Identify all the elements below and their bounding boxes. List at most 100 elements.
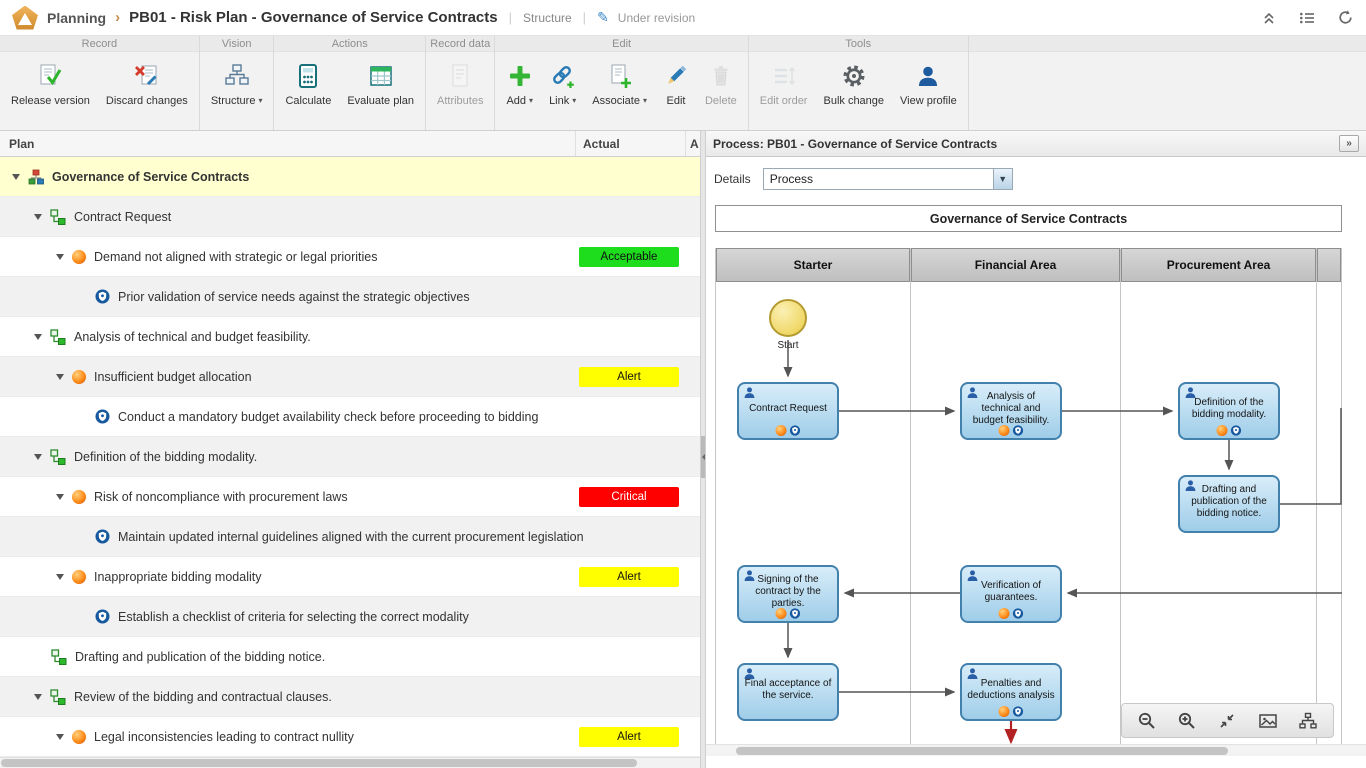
control-icon <box>95 409 110 424</box>
start-event[interactable] <box>769 299 807 337</box>
zoom-in-icon[interactable] <box>1170 707 1204 734</box>
process-panel: Process: PB01 - Governance of Service Co… <box>706 131 1366 768</box>
evaluate-plan-button[interactable]: Evaluate plan <box>339 54 422 128</box>
tree-row-control-checklist[interactable]: Establish a checklist of criteria for se… <box>0 597 700 637</box>
node-signing-contract[interactable]: Signing of the contract by the parties. <box>737 565 839 623</box>
status-badge: Critical <box>579 487 679 507</box>
node-definition-modality[interactable]: Definition of the bidding modality. <box>1178 382 1280 440</box>
discard-changes-icon <box>134 61 160 91</box>
toolbar-filler <box>968 36 1366 130</box>
group-label: Actions <box>274 36 425 52</box>
zoom-out-icon[interactable] <box>1130 707 1164 734</box>
node-drafting-notice[interactable]: Drafting and publication of the bidding … <box>1178 475 1280 533</box>
collapse-arrow-icon[interactable] <box>12 173 20 180</box>
node-verification-guarantees[interactable]: Verification of guarantees. <box>960 565 1062 623</box>
node-analysis-feasibility[interactable]: Analysis of technical and budget feasibi… <box>960 382 1062 440</box>
node-badges <box>775 425 801 436</box>
collapse-arrow-icon[interactable] <box>56 253 64 260</box>
button-label: Edit order <box>759 95 808 107</box>
delete-trash-icon <box>708 61 734 91</box>
node-contract-request[interactable]: Contract Request <box>737 382 839 440</box>
link-button[interactable]: Link ▾ <box>541 54 584 128</box>
tree-row-risk-noncompliance[interactable]: Risk of noncompliance with procurement l… <box>0 477 700 517</box>
tree-row-control-budget-check[interactable]: Conduct a mandatory budget availability … <box>0 397 700 437</box>
tree-row-risk-budget[interactable]: Insufficient budget allocation Alert <box>0 357 700 397</box>
scrollbar-thumb[interactable] <box>1 759 637 767</box>
process-panel-header: Process: PB01 - Governance of Service Co… <box>706 131 1366 157</box>
collapse-arrow-icon[interactable] <box>56 733 64 740</box>
leaf-spacer <box>34 656 43 657</box>
collapse-arrow-icon[interactable] <box>34 333 42 340</box>
diagram-horizontal-scrollbar[interactable] <box>706 744 1366 756</box>
tree-row-control-guidelines[interactable]: Maintain updated internal guidelines ali… <box>0 517 700 557</box>
activity-icon <box>50 329 66 345</box>
discard-changes-button[interactable]: Discard changes <box>98 54 196 128</box>
expand-panel-button[interactable]: » <box>1339 135 1359 152</box>
gear-icon <box>841 61 867 91</box>
tree-row-contract-request[interactable]: Contract Request <box>0 197 700 237</box>
collapse-toolbar-icon[interactable] <box>1260 9 1278 27</box>
tree-row-risk-demand[interactable]: Demand not aligned with strategic or leg… <box>0 237 700 277</box>
edit-button[interactable]: Edit <box>655 54 697 128</box>
collapse-arrow-icon[interactable] <box>56 573 64 580</box>
toolbar-group-vision: Vision Structure ▾ <box>199 36 275 130</box>
risk-icon <box>998 425 1010 436</box>
node-penalties-analysis[interactable]: Penalties and deductions analysis <box>960 663 1062 721</box>
activity-icon <box>50 689 66 705</box>
tree-rows: Governance of Service Contracts Contract… <box>0 157 700 757</box>
collapse-arrow-icon[interactable] <box>34 693 42 700</box>
release-version-icon <box>37 61 63 91</box>
tree-row-risk-modality[interactable]: Inappropriate bidding modality Alert <box>0 557 700 597</box>
tree-row-review[interactable]: Review of the bidding and contractual cl… <box>0 677 700 717</box>
associate-button[interactable]: Associate ▾ <box>584 54 655 128</box>
app-logo-icon <box>12 5 38 30</box>
button-label: Calculate <box>285 95 332 107</box>
status-badge: Under revision <box>617 10 696 25</box>
person-icon <box>915 61 941 91</box>
node-label: Definition of the bidding modality. <box>1191 397 1267 420</box>
list-view-icon[interactable] <box>1298 9 1316 27</box>
splitter-collapse-handle[interactable] <box>701 436 705 478</box>
bulk-change-button[interactable]: Bulk change <box>815 54 892 128</box>
toolbar-group-record-data: Record data Attributes <box>426 36 496 130</box>
risk-icon <box>775 425 787 436</box>
collapse-arrow-icon[interactable] <box>56 373 64 380</box>
node-label: Penalties and deductions analysis <box>967 678 1055 701</box>
export-image-icon[interactable] <box>1251 707 1285 734</box>
plan-icon <box>28 169 44 185</box>
structure-button[interactable]: Structure ▾ <box>203 54 271 128</box>
scrollbar-thumb[interactable] <box>736 747 1228 755</box>
tree-row-governance[interactable]: Governance of Service Contracts <box>0 157 700 197</box>
start-event-label: Start <box>777 340 799 351</box>
details-select[interactable]: Process ▼ <box>762 167 1013 190</box>
lane-header: Starter <box>716 248 910 282</box>
tree-row-risk-nullity[interactable]: Legal inconsistencies leading to contrac… <box>0 717 700 757</box>
tree-row-control-prior-validation[interactable]: Prior validation of service needs agains… <box>0 277 700 317</box>
leaf-spacer <box>78 416 87 417</box>
row-label: Inappropriate bidding modality <box>94 569 262 584</box>
attributes-icon <box>447 61 473 91</box>
column-a: A <box>685 131 700 156</box>
control-icon <box>790 425 801 436</box>
collapse-arrow-icon[interactable] <box>34 453 42 460</box>
details-select-value: Process <box>769 171 814 186</box>
refresh-icon[interactable] <box>1336 9 1354 27</box>
hierarchy-icon[interactable] <box>1291 707 1325 734</box>
collapse-arrow-icon[interactable] <box>56 493 64 500</box>
tree-row-analysis[interactable]: Analysis of technical and budget feasibi… <box>0 317 700 357</box>
add-button[interactable]: Add ▾ <box>498 54 541 128</box>
collapse-arrow-icon[interactable] <box>34 213 42 220</box>
risk-icon <box>72 489 86 504</box>
calculate-button[interactable]: Calculate <box>277 54 339 128</box>
tree-horizontal-scrollbar[interactable] <box>0 757 700 768</box>
row-label: Legal inconsistencies leading to contrac… <box>94 729 354 744</box>
node-final-acceptance[interactable]: Final acceptance of the service. <box>737 663 839 721</box>
tree-row-drafting[interactable]: Drafting and publication of the bidding … <box>0 637 700 677</box>
breadcrumb[interactable]: Planning <box>47 10 106 26</box>
release-version-button[interactable]: Release version <box>3 54 98 128</box>
control-icon <box>1013 425 1024 436</box>
process-diagram: Governance of Service Contracts Starter … <box>706 200 1366 768</box>
fit-screen-icon[interactable] <box>1210 707 1244 734</box>
view-profile-button[interactable]: View profile <box>892 54 965 128</box>
tree-row-definition[interactable]: Definition of the bidding modality. <box>0 437 700 477</box>
